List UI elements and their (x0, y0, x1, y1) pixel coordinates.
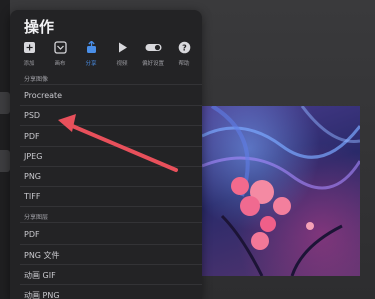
artwork-canvas (202, 106, 360, 276)
tab-canvas[interactable]: 画布 (45, 40, 75, 72)
divider (20, 105, 202, 106)
divider (20, 186, 202, 187)
brush-opacity-slider[interactable] (0, 150, 10, 172)
tab-label-add: 添加 (23, 61, 35, 67)
menu-item-pdf[interactable]: PDF (24, 132, 40, 141)
tab-label-preferences: 偏好设置 (141, 61, 164, 67)
divider (20, 125, 202, 126)
brush-size-sidebar (0, 0, 10, 299)
section-share-layers: 分享图层 (24, 214, 49, 221)
menu-item-tiff[interactable]: TIFF (24, 192, 40, 201)
canvas-icon (53, 41, 67, 54)
menu-item-procreate[interactable]: Procreate (24, 91, 62, 100)
tab-label-help: 帮助 (178, 61, 190, 67)
divider (20, 146, 202, 147)
divider (20, 244, 202, 245)
menu-item-animated-gif[interactable]: 动画 GIF (24, 270, 56, 281)
divider (20, 206, 202, 207)
share-icon (86, 41, 96, 53)
divider (20, 166, 202, 167)
brush-size-slider[interactable] (0, 92, 10, 114)
artwork-image (202, 106, 360, 276)
menu-title: 操作 (24, 18, 55, 36)
tab-preferences[interactable]: 偏好设置 (138, 40, 168, 72)
toggle-icon (145, 44, 161, 51)
menu-item-psd[interactable]: PSD (24, 111, 40, 120)
add-icon (23, 42, 35, 53)
video-play-icon (118, 42, 127, 53)
tab-share[interactable]: 分享 (76, 40, 106, 72)
menu-item-animated-png[interactable]: 动画 PNG (24, 290, 60, 299)
menu-item-png[interactable]: PNG (24, 172, 41, 181)
divider (20, 84, 202, 85)
action-tabs: 添加 画布 分享 视频 偏好设置 ? 帮助 (14, 40, 198, 72)
menu-item-layers-pdf[interactable]: PDF (24, 230, 40, 239)
actions-menu: 操作 添加 画布 分享 视频 偏好设置 ? 帮助 分享图像 Procreate … (10, 10, 202, 299)
tab-video[interactable]: 视频 (107, 40, 137, 72)
menu-item-jpeg[interactable]: JPEG (24, 152, 42, 161)
divider (20, 284, 202, 285)
svg-text:?: ? (182, 43, 187, 52)
tab-label-canvas: 画布 (54, 61, 66, 67)
tab-label-video: 视频 (116, 61, 128, 67)
divider (20, 264, 202, 265)
tab-add[interactable]: 添加 (14, 40, 44, 72)
tab-help[interactable]: ? 帮助 (169, 40, 199, 72)
divider (20, 222, 202, 223)
menu-item-png-files[interactable]: PNG 文件 (24, 250, 60, 261)
tab-label-share: 分享 (85, 61, 97, 67)
section-share-image: 分享图像 (24, 76, 49, 83)
help-icon: ? (178, 41, 190, 54)
